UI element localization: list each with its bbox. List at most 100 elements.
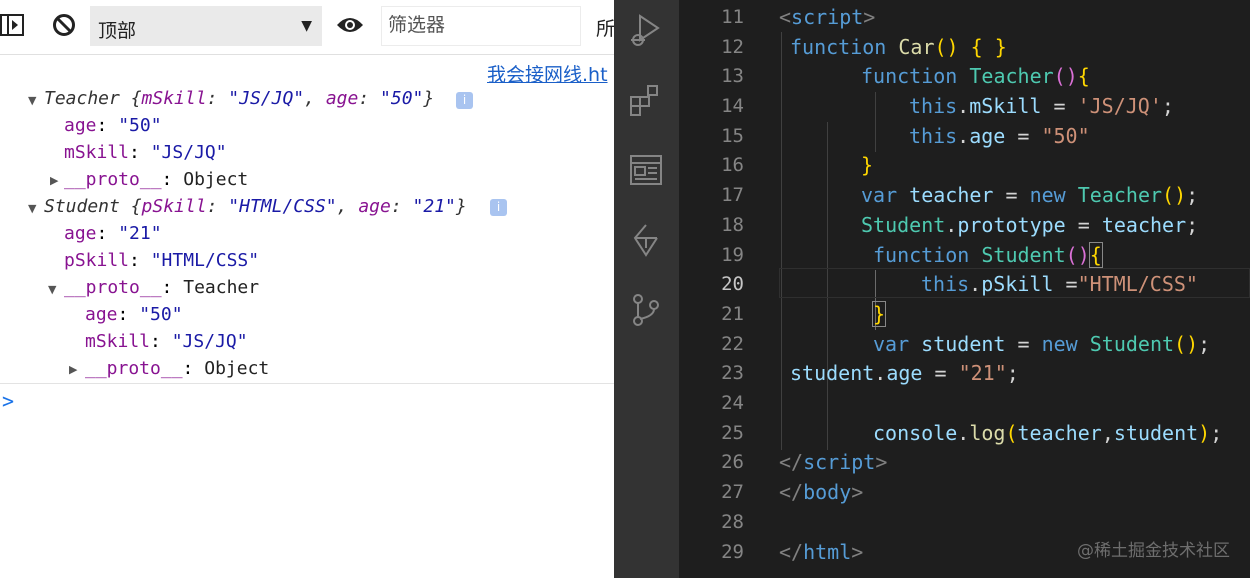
- log-levels-dropdown[interactable]: 所: [596, 14, 614, 41]
- code-line: function Student(){: [873, 240, 1103, 270]
- tag-bracket: <: [779, 5, 792, 29]
- operator: =: [1041, 94, 1078, 118]
- punct: .: [957, 124, 970, 148]
- line-number: 24: [721, 392, 744, 414]
- keyword: function: [861, 64, 958, 88]
- tag-bracket: </: [779, 480, 804, 504]
- console-divider: [0, 383, 614, 384]
- property: prototype: [957, 213, 1066, 237]
- property: pSkill: [981, 272, 1054, 296]
- context-selector[interactable]: 顶部 ▼: [90, 6, 322, 46]
- code-line: }: [871, 299, 887, 329]
- summary-key: age: [358, 196, 391, 217]
- property-key: __proto__: [85, 358, 183, 379]
- tag-bracket: >: [851, 540, 864, 564]
- line-number-active: 20: [721, 273, 744, 295]
- paren: (): [1174, 332, 1199, 356]
- object-name: Teacher: [44, 88, 131, 109]
- property-value: "JS/JQ": [171, 331, 248, 352]
- paren: (): [1162, 183, 1187, 207]
- keyword: new: [1041, 332, 1078, 356]
- watermark: @稀土掘金技术社区: [1077, 541, 1230, 561]
- code-editor[interactable]: 11 12 13 14 15 16 17 18 19 20 21 22 23 2…: [679, 0, 1250, 578]
- source-link[interactable]: 我会接网线.ht: [487, 60, 608, 87]
- console-toolbar: 顶部 ▼ 所: [0, 0, 614, 55]
- indent-guide: [875, 92, 876, 152]
- property-key: age: [85, 304, 118, 325]
- expand-triangle-icon[interactable]: ▶: [69, 363, 77, 376]
- clear-console-icon[interactable]: [51, 12, 77, 42]
- proto-row[interactable]: __proto__: Teacher: [64, 274, 259, 301]
- tag-name: script: [791, 5, 864, 29]
- expand-triangle-icon[interactable]: ▼: [28, 202, 36, 215]
- tag-bracket: </: [779, 540, 804, 564]
- property-key: age: [64, 115, 97, 136]
- code-line: console.log(teacher,student);: [873, 418, 1222, 448]
- sidebar-toggle-icon[interactable]: [0, 12, 26, 42]
- property-key: __proto__: [64, 277, 162, 298]
- property-row: mSkill: "JS/JQ": [64, 142, 227, 163]
- property: mSkill: [969, 94, 1042, 118]
- expand-triangle-icon[interactable]: ▼: [48, 283, 56, 296]
- keyword: new: [1029, 183, 1066, 207]
- filter-input[interactable]: [382, 7, 584, 43]
- eye-icon[interactable]: [336, 14, 364, 40]
- tag-name: body: [803, 480, 852, 504]
- code-line: var teacher = new Teacher();: [861, 180, 1198, 210]
- brace: { }: [958, 35, 1007, 59]
- keyword: function: [873, 243, 970, 267]
- variable: teacher: [1101, 213, 1187, 237]
- expand-triangle-icon[interactable]: ▶: [50, 174, 58, 187]
- console-prompt[interactable]: >: [2, 389, 14, 413]
- source-control-icon[interactable]: [628, 292, 664, 332]
- student-object-summary[interactable]: Student {pSkill: "HTML/CSS", age: "21"}: [44, 193, 467, 220]
- line-number: 12: [721, 36, 744, 58]
- summary-value: "HTML/CSS": [228, 196, 337, 217]
- string: "21": [958, 361, 1007, 385]
- run-debug-icon[interactable]: [628, 12, 664, 52]
- proto-row[interactable]: __proto__: Object: [64, 166, 248, 193]
- summary-key: pSkill: [141, 196, 207, 217]
- keyword: var: [873, 332, 910, 356]
- browser-preview-icon[interactable]: [628, 152, 664, 192]
- code-line: function Teacher(){: [861, 61, 1090, 91]
- variable: student: [909, 332, 1006, 356]
- code-line: </html>: [779, 537, 863, 567]
- expand-triangle-icon[interactable]: ▼: [28, 94, 36, 107]
- tag-bracket: >: [875, 450, 888, 474]
- property-row: age: "21": [64, 223, 162, 244]
- teacher-object-summary[interactable]: Teacher {mSkill: "JS/JQ", age: "50"}: [44, 85, 434, 112]
- paren: (): [1053, 64, 1078, 88]
- devtools-console-panel: 顶部 ▼ 所 我会接网线.ht ▼ Teacher {mSkill: "JS/J…: [0, 0, 614, 578]
- function-name: Teacher: [969, 64, 1054, 88]
- line-number: 13: [721, 65, 744, 87]
- line-number: 17: [721, 184, 744, 206]
- keyword: this: [909, 94, 958, 118]
- property-row: age: "50": [64, 115, 162, 136]
- punct: ;: [1006, 361, 1019, 385]
- class-name: Student: [861, 213, 946, 237]
- info-icon[interactable]: i: [490, 199, 507, 216]
- paren: (): [934, 35, 959, 59]
- operator: =: [1005, 332, 1042, 356]
- operator: =: [922, 361, 959, 385]
- source-outline-icon[interactable]: [628, 222, 664, 262]
- function-name: log: [969, 421, 1006, 445]
- code-line: student.age = "21";: [790, 358, 1019, 388]
- keyword: function: [790, 35, 887, 59]
- punct: ;: [1186, 213, 1199, 237]
- proto-row[interactable]: __proto__: Object: [85, 355, 269, 382]
- variable: teacher: [897, 183, 994, 207]
- brace: {: [1077, 64, 1090, 88]
- activity-bar: [614, 0, 679, 578]
- string: "50": [1041, 124, 1090, 148]
- property-row: mSkill: "JS/JQ": [85, 331, 248, 352]
- property-value: "21": [118, 223, 162, 244]
- code-line: var student = new Student();: [873, 329, 1210, 359]
- info-icon[interactable]: i: [456, 92, 473, 109]
- keyword: this: [909, 124, 958, 148]
- line-number: 26: [721, 451, 744, 473]
- punct: .: [957, 421, 970, 445]
- extensions-icon[interactable]: [628, 82, 664, 122]
- property-value: Object: [204, 358, 270, 379]
